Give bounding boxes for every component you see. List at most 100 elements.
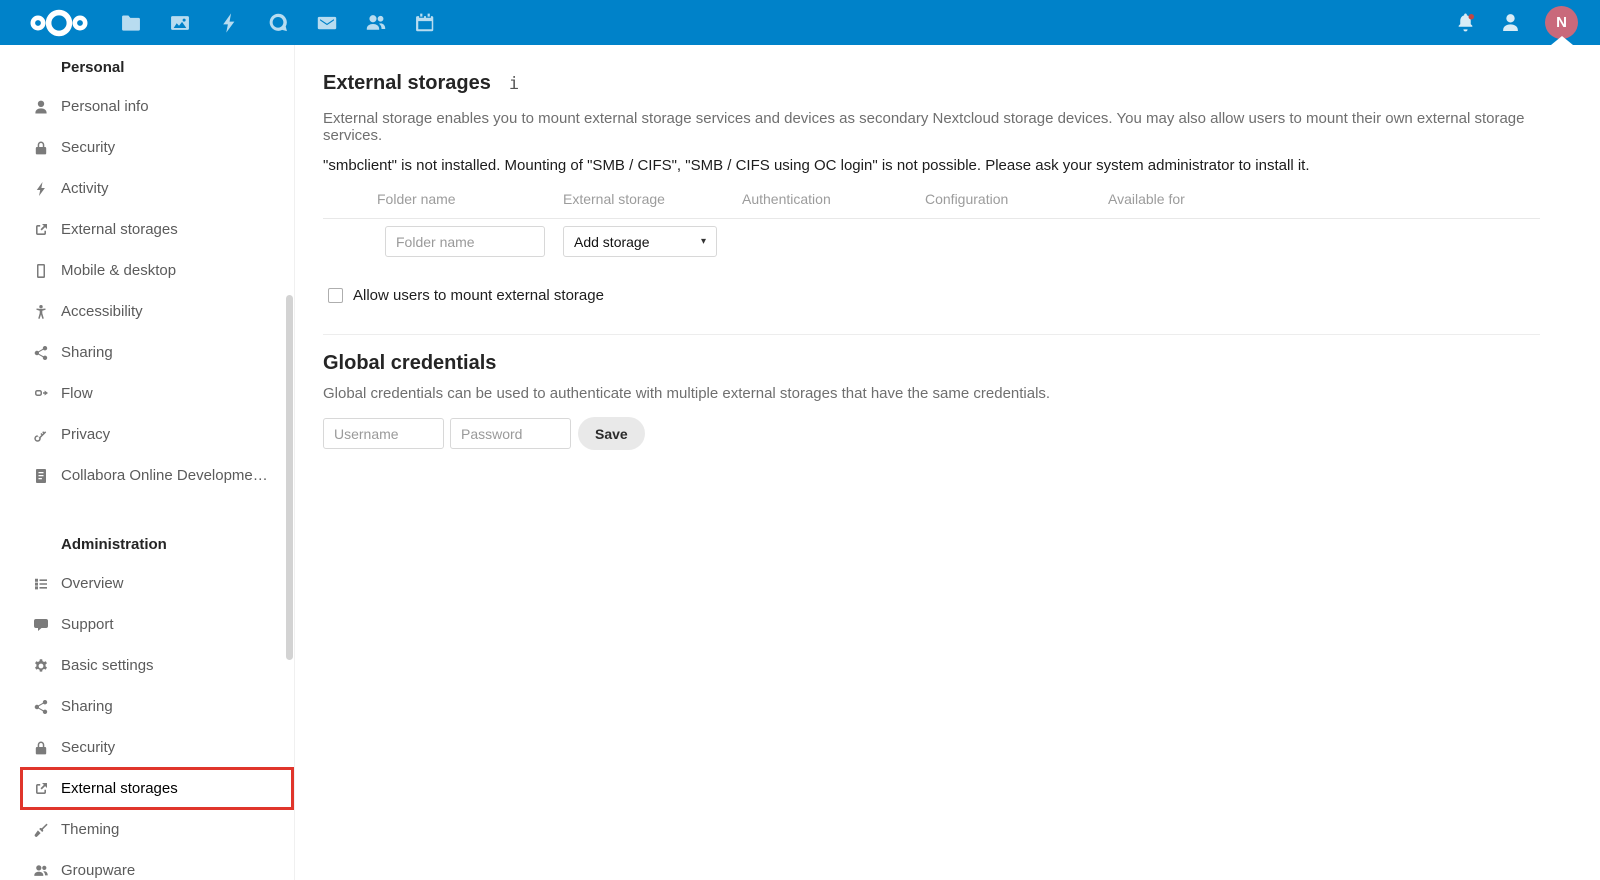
sidebar-item-collabora[interactable]: Collabora Online Development Edit... <box>0 455 294 496</box>
people-icon <box>34 864 48 876</box>
sidebar-section-personal: Personal Personal info Security Activity… <box>0 45 294 496</box>
sidebar-scrollbar[interactable] <box>286 295 293 660</box>
accessibility-icon <box>36 304 46 319</box>
talk-icon[interactable] <box>267 12 289 34</box>
sidebar-item-mobile-desktop[interactable]: Mobile & desktop <box>0 250 294 291</box>
main-content: External storages i External storage ena… <box>296 45 1600 880</box>
sidebar-item-label: Support <box>61 616 114 633</box>
page-title: External storages <box>323 72 491 94</box>
sidebar-section-administration: Administration Overview Support Basic se… <box>0 522 294 880</box>
contacts-menu-icon[interactable] <box>1500 12 1521 33</box>
files-icon[interactable] <box>120 12 142 34</box>
sidebar-item-label: Theming <box>61 821 120 838</box>
notifications-bell-icon[interactable] <box>1455 12 1476 33</box>
global-credentials-form: Save <box>323 417 1540 450</box>
col-header-folder-name: Folder name <box>377 191 456 207</box>
sidebar-item-label: Security <box>61 739 116 756</box>
sidebar-item-sharing-admin[interactable]: Sharing <box>0 686 294 727</box>
sidebar-item-sharing-personal[interactable]: Sharing <box>0 332 294 373</box>
user-menu: N <box>1545 0 1578 45</box>
global-credentials-title: Global credentials <box>323 352 497 374</box>
smbclient-warning-text: "smbclient" is not installed. Mounting o… <box>323 157 1310 174</box>
gear-icon <box>35 658 47 672</box>
sidebar-item-activity[interactable]: Activity <box>0 168 294 209</box>
sidebar-item-privacy[interactable]: Privacy <box>0 414 294 455</box>
sidebar-item-label: Collabora Online Development Edit... <box>61 467 276 484</box>
global-credentials-description: Global credentials can be used to authen… <box>323 385 1051 402</box>
sidebar-item-label: Sharing <box>61 344 113 361</box>
sidebar-item-groupware[interactable]: Groupware <box>0 850 294 880</box>
avatar[interactable]: N <box>1545 6 1578 39</box>
sidebar-item-label: Sharing <box>61 698 113 715</box>
photos-icon[interactable] <box>169 12 191 34</box>
col-header-available-for: Available for <box>1108 191 1185 207</box>
save-button[interactable]: Save <box>578 417 645 450</box>
key-icon <box>34 430 47 442</box>
sidebar-item-label: External storages <box>61 780 178 797</box>
lightning-icon <box>36 181 45 196</box>
user-menu-arrow <box>1550 36 1573 45</box>
settings-sidebar: Personal Personal info Security Activity… <box>0 45 295 880</box>
sidebar-item-label: Flow <box>61 385 93 402</box>
mobile-icon <box>37 263 45 278</box>
sidebar-item-overview[interactable]: Overview <box>0 563 294 604</box>
app-launcher <box>120 12 436 34</box>
sidebar-item-support[interactable]: Support <box>0 604 294 645</box>
add-storage-select[interactable]: Add storage ▾ <box>563 226 717 257</box>
external-link-icon <box>36 223 47 235</box>
contacts-icon[interactable] <box>365 12 387 34</box>
sidebar-item-label: Privacy <box>61 426 111 443</box>
document-icon <box>36 468 46 483</box>
lock-icon <box>35 141 47 154</box>
allow-users-mount-label[interactable]: Allow users to mount external storage <box>353 287 604 304</box>
col-header-external-storage: External storage <box>563 191 665 207</box>
calendar-icon[interactable] <box>414 12 436 34</box>
username-field[interactable] <box>323 418 444 449</box>
sidebar-item-label: Basic settings <box>61 657 154 674</box>
activity-icon[interactable] <box>218 12 240 34</box>
password-field[interactable] <box>450 418 571 449</box>
sidebar-item-label: Mobile & desktop <box>61 262 177 279</box>
sidebar-item-label: Personal info <box>61 98 149 115</box>
lock-icon <box>35 741 47 754</box>
sidebar-item-label: Groupware <box>61 862 136 879</box>
comment-icon <box>34 618 48 631</box>
sidebar-item-security-admin[interactable]: Security <box>0 727 294 768</box>
list-icon <box>35 578 47 589</box>
sidebar-item-label: Activity <box>61 180 109 197</box>
paintroller-icon <box>34 823 48 837</box>
col-header-configuration: Configuration <box>925 191 1009 207</box>
nextcloud-logo-icon[interactable] <box>28 7 90 39</box>
new-storage-row: Add storage ▾ <box>323 219 1540 264</box>
external-link-icon <box>36 782 47 794</box>
sidebar-item-flow[interactable]: Flow <box>0 373 294 414</box>
allow-mount-row: Allow users to mount external storage <box>323 287 1540 304</box>
global-credentials-section: Global credentials Global credentials ca… <box>323 335 1540 450</box>
sidebar-item-label: Accessibility <box>61 303 143 320</box>
allow-users-mount-checkbox[interactable] <box>328 288 343 303</box>
sidebar-item-theming[interactable]: Theming <box>0 809 294 850</box>
sidebar-item-personal-info[interactable]: Personal info <box>0 86 294 127</box>
info-icon[interactable]: i <box>509 74 519 94</box>
section-title-administration: Administration <box>61 536 167 553</box>
mail-icon[interactable] <box>316 12 338 34</box>
header-right-actions: N <box>1455 0 1578 45</box>
sidebar-item-external-storages-personal[interactable]: External storages <box>0 209 294 250</box>
chevron-down-icon: ▾ <box>700 236 706 247</box>
user-icon <box>35 100 47 113</box>
sidebar-item-accessibility[interactable]: Accessibility <box>0 291 294 332</box>
external-storages-section: External storages i External storage ena… <box>323 72 1540 335</box>
sidebar-item-security-personal[interactable]: Security <box>0 127 294 168</box>
notification-dot <box>1468 13 1475 20</box>
flow-icon <box>35 389 48 396</box>
sidebar-item-label: External storages <box>61 221 178 238</box>
storage-table-header: Folder name External storage Authenticat… <box>323 191 1540 219</box>
col-header-authentication: Authentication <box>742 191 831 207</box>
folder-name-input[interactable] <box>385 226 545 257</box>
sidebar-item-external-storages-admin[interactable]: External storages <box>0 767 294 810</box>
add-storage-select-value: Add storage <box>574 233 650 250</box>
intro-text: External storage enables you to mount ex… <box>323 110 1525 144</box>
sidebar-item-label: Security <box>61 139 116 156</box>
sidebar-item-basic-settings[interactable]: Basic settings <box>0 645 294 686</box>
sidebar-item-label: Overview <box>61 575 124 592</box>
